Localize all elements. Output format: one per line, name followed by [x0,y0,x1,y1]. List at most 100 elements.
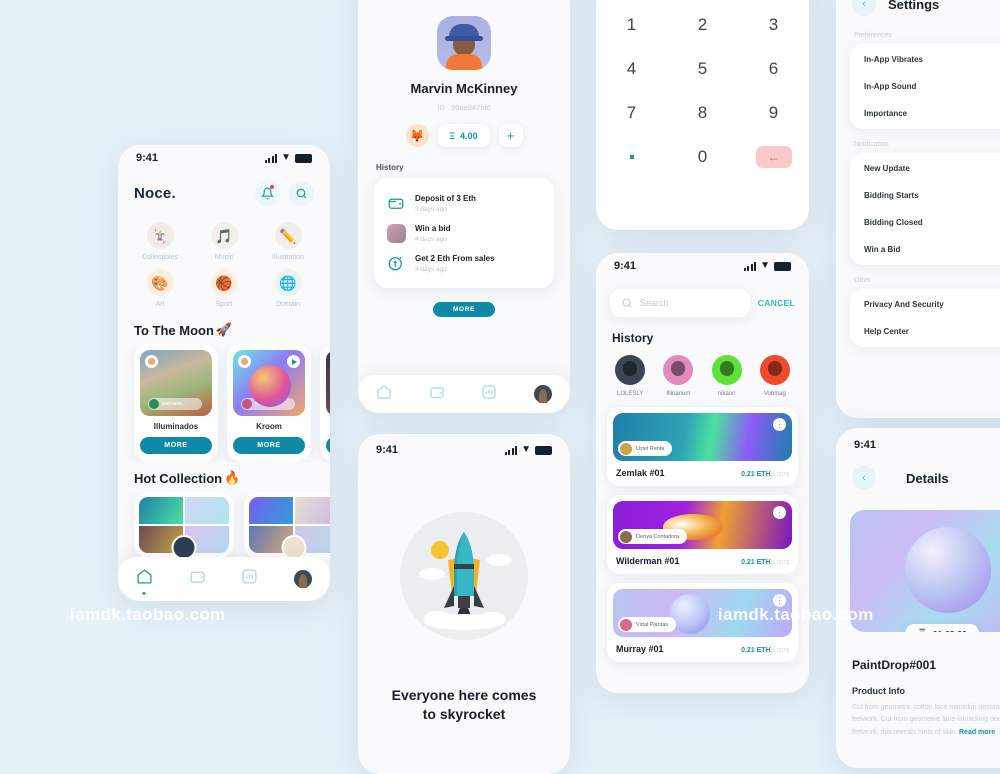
tab-wallet[interactable] [189,568,206,590]
key-5[interactable]: 5 [667,50,738,88]
user-name: Vobmag [763,391,786,397]
nft-card[interactable]: Nebula MORE [320,344,330,462]
phone-keypad-screen: 1 2 3 4 5 6 7 8 9 0 ← [596,0,809,230]
setting-row[interactable]: In-App Sound [850,73,1000,100]
tab-stats[interactable] [481,384,497,405]
key-8[interactable]: 8 [667,94,738,132]
category-domain[interactable]: 🌐 Domain [256,269,320,308]
key-1[interactable]: 1 [596,6,667,44]
collection-avatar [171,535,197,558]
owner-name: Denya Contadora [636,533,680,540]
balance-pill[interactable]: Ξ 4.00 [437,124,490,147]
nft-card[interactable]: walmarte Kroom MORE [227,344,311,462]
category-label: Illustration [272,254,304,261]
history-title: Deposit of 3 Eth [415,193,476,203]
history-row[interactable]: Get 2 Eth From sales 4 days ago [386,248,542,278]
status-icons: ▼ [264,153,312,163]
key-decimal[interactable] [596,138,667,176]
fire-icon: 🔥 [224,470,241,485]
history-title: Win a bid [415,223,451,233]
notification-button[interactable] [255,181,280,206]
setting-row[interactable]: Importance [850,100,1000,127]
history-user[interactable]: Vobmag [759,355,790,397]
more-button[interactable]: MORE [433,302,495,317]
avatar [437,16,491,70]
key-6[interactable]: 6 [738,50,809,88]
history-row[interactable]: Win a bid 4 days ago [386,218,542,248]
category-sport[interactable]: 🏀 Sport [192,269,256,308]
add-funds-button[interactable]: + [498,124,523,147]
more-options-icon[interactable] [773,418,786,431]
history-row[interactable]: Deposit of 3 Eth 3 days ago [386,188,542,218]
key-0[interactable]: 0 [667,138,738,176]
user-name: Illinarium [666,391,691,397]
category-grid: 🃏 Collectibles 🎵 Music ✏️ Illustration 🎨… [118,210,330,314]
play-icon[interactable] [287,355,300,368]
key-3[interactable]: 3 [738,6,809,44]
key-4[interactable]: 4 [596,50,667,88]
setting-row[interactable]: Bidding Starts [850,182,1000,209]
coin-sales-icon [386,253,406,273]
to-the-moon-carousel[interactable]: walmarte Illuminados MORE walmarte Kroom… [118,344,330,462]
history-user[interactable]: LOLESLY [615,355,646,397]
key-2[interactable]: 2 [667,6,738,44]
profile-id: ID : 90ae947fd6 [437,103,491,112]
setting-row[interactable]: In-App Vibrates [850,46,1000,73]
setting-row[interactable]: Win a Bid [850,236,1000,263]
collection-card[interactable] [134,492,234,558]
tab-home[interactable] [376,384,392,405]
collection-card[interactable] [244,492,330,558]
category-art[interactable]: 🎨 Art [128,269,192,308]
user-name: LOLESLY [617,391,644,397]
nft-list-item[interactable]: Uziel Renta Zemlak #01 0.21 ETH/1.007$ [607,407,798,486]
category-music[interactable]: 🎵 Music [192,222,256,261]
phone-home-screen: 9:41 ▼ Noce. 🃏 Collectibles 🎵 Music ✏️ I… [118,145,330,601]
owner-avatar [620,530,632,543]
nft-card[interactable]: walmarte Illuminados MORE [134,344,218,462]
back-button[interactable]: ‹ [852,0,876,16]
read-more-link[interactable]: Read more [959,729,995,736]
nft-footer: Wilderman #01 0.21 ETH/1.007$ [613,549,792,568]
timer-value: 01:28:32 [933,629,967,633]
history-user[interactable]: nikann [711,355,742,397]
setting-row[interactable]: Bidding Closed [850,209,1000,236]
app-brand: Noce. [134,185,176,202]
category-collectibles[interactable]: 🃏 Collectibles [128,222,192,261]
history-title: Get 2 Eth From sales [415,253,495,263]
search-history-title: History [612,331,654,345]
setting-row[interactable]: New Update [850,155,1000,182]
key-9[interactable]: 9 [738,94,809,132]
owner-avatar [620,618,632,631]
more-options-icon[interactable] [773,594,786,607]
hot-collection-carousel[interactable] [118,492,330,558]
more-button[interactable]: MORE [326,437,330,454]
nft-list-item[interactable]: Denya Contadora Wilderman #01 0.21 ETH/1… [607,495,798,574]
cancel-button[interactable]: CANCEL [758,298,795,308]
tab-stats[interactable] [241,568,258,590]
more-options-icon[interactable] [773,506,786,519]
auction-timer: ⌛ 01:28:32 [905,624,979,632]
more-button[interactable]: MORE [233,437,305,454]
rocket-launch-illustration [400,512,528,640]
history-card: Deposit of 3 Eth 3 days ago Win a bid 4 … [374,178,554,288]
back-button[interactable]: ‹ [852,466,876,490]
key-backspace[interactable]: ← [738,138,809,176]
tab-home[interactable] [136,568,153,590]
key-7[interactable]: 7 [596,94,667,132]
category-label: Sport [215,301,233,308]
avatar-hat-brim [445,36,483,41]
tab-profile[interactable] [533,385,552,403]
nft-list-item[interactable]: Vidal Plantas Murray #01 0.21 ETH/1.007$ [607,583,798,662]
more-button[interactable]: MORE [140,437,212,454]
history-user[interactable]: Illinarium [663,355,694,397]
category-illustration[interactable]: ✏️ Illustration [256,222,320,261]
search-input[interactable]: Search [610,289,750,317]
brand-dot: . [171,185,176,202]
product-info-label: Product Info [852,686,905,696]
search-button[interactable] [289,181,314,206]
setting-row[interactable]: Privacy And Security [850,291,1000,318]
tab-wallet[interactable] [429,384,445,405]
setting-row[interactable]: Help Center [850,318,1000,345]
tab-profile[interactable] [294,570,313,588]
metamask-fox-icon[interactable]: 🦊 [405,124,429,147]
